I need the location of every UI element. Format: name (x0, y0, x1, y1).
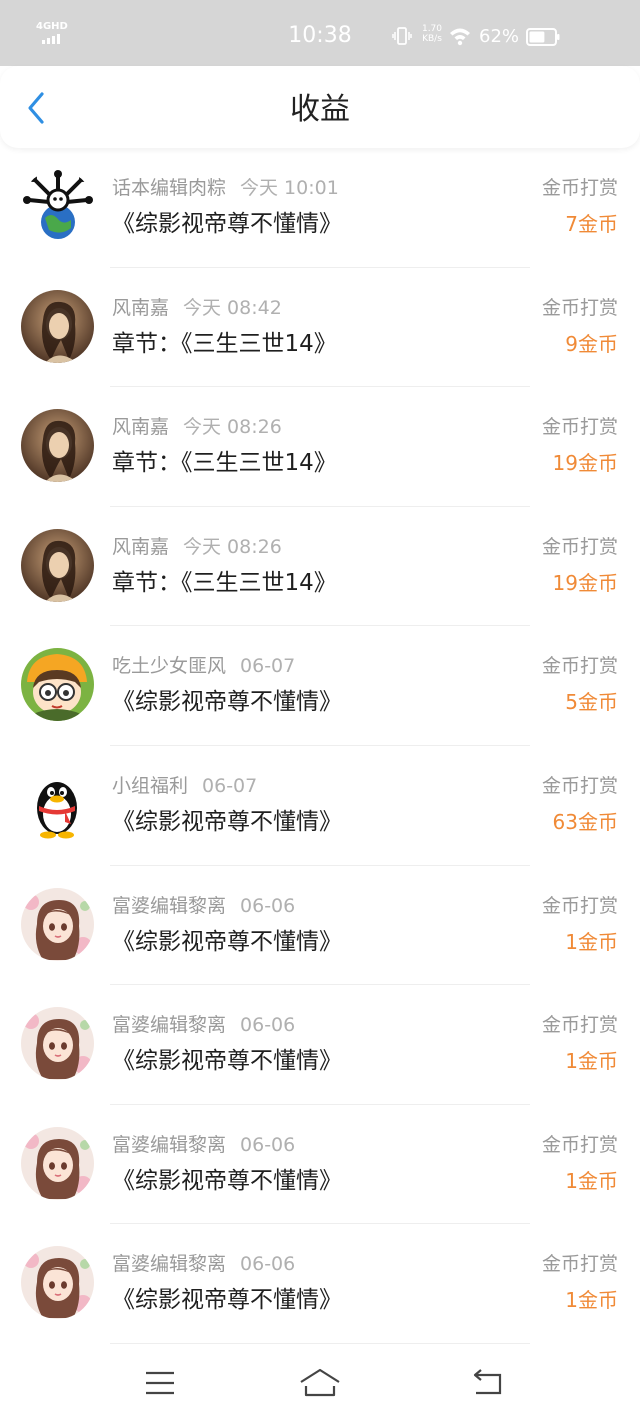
bones-globe-avatar[interactable] (21, 170, 94, 243)
record-meta: 富婆编辑黎离 06-06 (112, 894, 295, 918)
record-time: 今天 08:26 (183, 416, 282, 439)
page-header: 收益 (0, 66, 640, 148)
record-user: 风南嘉 (112, 416, 170, 439)
list-item[interactable]: 富婆编辑黎离 06-06 《综影视帝尊不懂情》 金币打赏 1金币 (0, 985, 640, 1105)
record-meta: 话本编辑肉粽 今天 10:01 (112, 176, 339, 200)
record-time: 今天 10:01 (240, 177, 339, 199)
menu-icon (146, 1371, 174, 1395)
reward-type: 金币打赏 (541, 177, 618, 199)
back-icon (473, 1369, 502, 1395)
divider (110, 1342, 530, 1344)
record-chapter: 《综影视帝尊不懂情》 (112, 689, 342, 716)
reward-amount: 1金币 (565, 1168, 618, 1193)
battery-percent: 62% (479, 26, 520, 47)
net-speed: 1.70 KB/s (421, 24, 443, 44)
list-item[interactable]: 富婆编辑黎离 06-06 《综影视帝尊不懂情》 金币打赏 1金币 (0, 866, 640, 986)
reward-amount: 1金币 (565, 1288, 618, 1313)
record-meta: 富婆编辑黎离 06-06 (112, 1013, 295, 1037)
anime-girl-avatar[interactable] (21, 1126, 94, 1200)
record-user: 富婆编辑黎离 (112, 894, 227, 917)
reward-amount: 1金币 (565, 929, 618, 954)
record-time: 06-06 (240, 1253, 296, 1276)
reward-type: 金币打赏 (541, 1133, 618, 1156)
reward-amount: 7金币 (565, 212, 618, 236)
record-user: 富婆编辑黎离 (112, 1014, 227, 1037)
page-title: 收益 (290, 92, 350, 127)
record-user: 富婆编辑黎离 (112, 1253, 227, 1276)
list-item[interactable]: 富婆编辑黎离 06-06 《综影视帝尊不懂情》 金币打赏 1金币 (0, 1105, 640, 1225)
anime-girl-avatar[interactable] (21, 1007, 94, 1081)
record-meta: 风南嘉 今天 08:42 (112, 296, 282, 320)
record-chapter: 《综影视帝尊不懂情》 (112, 1048, 342, 1075)
record-user: 吃土少女匪风 (112, 655, 227, 678)
system-nav-bar (0, 1345, 640, 1422)
home-icon (300, 1368, 340, 1397)
record-time: 06-06 (240, 1014, 296, 1037)
list-item[interactable]: 吃土少女匪风 06-07 《综影视帝尊不懂情》 金币打赏 5金币 (0, 626, 640, 746)
reward-type: 金币打赏 (541, 416, 618, 439)
record-user: 富婆编辑黎离 (112, 1133, 227, 1156)
reward-amount: 1金币 (565, 1049, 618, 1074)
reward-amount: 5金币 (565, 690, 618, 715)
list-item[interactable]: 风南嘉 今天 08:26 章节：《三生三世14》 金币打赏 19金币 (0, 387, 640, 507)
anime-girl-avatar[interactable] (21, 1246, 94, 1320)
home-button[interactable] (295, 1365, 345, 1401)
record-time: 06-06 (240, 1133, 296, 1156)
record-chapter: 《综影视帝尊不懂情》 (112, 928, 342, 955)
reward-type: 金币打赏 (541, 535, 618, 558)
record-meta: 吃土少女匪风 06-07 (112, 654, 295, 678)
record-meta: 富婆编辑黎离 06-06 (112, 1252, 295, 1276)
return-button[interactable] (463, 1365, 513, 1401)
list-item[interactable]: 富婆编辑黎离 06-06 《综影视帝尊不懂情》 金币打赏 1金币 (0, 1224, 640, 1344)
reward-amount: 9金币 (565, 331, 618, 356)
list-item[interactable]: 风南嘉 今天 08:42 章节：《三生三世14》 金币打赏 9金币 (0, 268, 640, 388)
record-chapter: 章节：《三生三世14》 (112, 569, 337, 596)
record-meta: 风南嘉 今天 08:26 (112, 415, 282, 439)
record-meta: 风南嘉 今天 08:26 (112, 535, 282, 559)
cartoon-glasses-avatar[interactable] (21, 648, 94, 722)
record-chapter: 《综影视帝尊不懂情》 (112, 1167, 342, 1194)
wifi-icon (450, 28, 470, 46)
reward-amount: 63金币 (552, 809, 618, 834)
reward-amount: 19金币 (552, 570, 618, 595)
record-time: 06-07 (202, 774, 258, 797)
penguin-avatar[interactable] (21, 767, 94, 841)
list-item[interactable]: 风南嘉 今天 08:26 章节：《三生三世14》 金币打赏 19金币 (0, 507, 640, 627)
list-item[interactable]: 小组福利 06-07 《综影视帝尊不懂情》 金币打赏 63金币 (0, 746, 640, 866)
record-meta: 小组福利 06-07 (112, 774, 257, 798)
record-chapter: 《综影视帝尊不懂情》 (112, 211, 342, 237)
reward-amount: 19金币 (552, 451, 618, 476)
record-chapter: 章节：《三生三世14》 (112, 330, 337, 357)
reward-type: 金币打赏 (541, 1253, 618, 1276)
status-bar: 4GHD 10:38 1.70 KB/s 62% (0, 0, 640, 66)
record-chapter: 《综影视帝尊不懂情》 (112, 808, 342, 835)
list-item[interactable]: 话本编辑肉粽 今天 10:01 《综影视帝尊不懂情》 金币打赏 7金币 (0, 148, 640, 268)
vibrate-icon (392, 27, 412, 45)
record-user: 风南嘉 (112, 535, 170, 558)
record-time: 06-07 (240, 655, 296, 678)
menu-button[interactable] (135, 1365, 185, 1401)
record-time: 06-06 (240, 894, 296, 917)
portrait-girl-avatar[interactable] (21, 409, 94, 483)
record-time: 今天 08:42 (183, 296, 282, 319)
anime-girl-avatar[interactable] (21, 887, 94, 961)
record-chapter: 《综影视帝尊不懂情》 (112, 1287, 342, 1314)
record-user: 小组福利 (112, 774, 189, 797)
portrait-girl-avatar[interactable] (21, 528, 94, 602)
record-meta: 富婆编辑黎离 06-06 (112, 1133, 295, 1157)
reward-type: 金币打赏 (541, 894, 618, 917)
battery-icon (526, 28, 560, 46)
record-chapter: 章节：《三生三世14》 (112, 450, 337, 477)
portrait-girl-avatar[interactable] (21, 289, 94, 363)
reward-type: 金币打赏 (541, 655, 618, 678)
reward-type: 金币打赏 (541, 774, 618, 797)
record-user: 话本编辑肉粽 (112, 177, 227, 199)
earnings-list: 话本编辑肉粽 今天 10:01 《综影视帝尊不懂情》 金币打赏 7金币 风南嘉 今天 08:… (0, 148, 640, 1344)
reward-type: 金币打赏 (541, 296, 618, 319)
record-user: 风南嘉 (112, 296, 170, 319)
record-time: 今天 08:26 (183, 535, 282, 558)
reward-type: 金币打赏 (541, 1014, 618, 1037)
